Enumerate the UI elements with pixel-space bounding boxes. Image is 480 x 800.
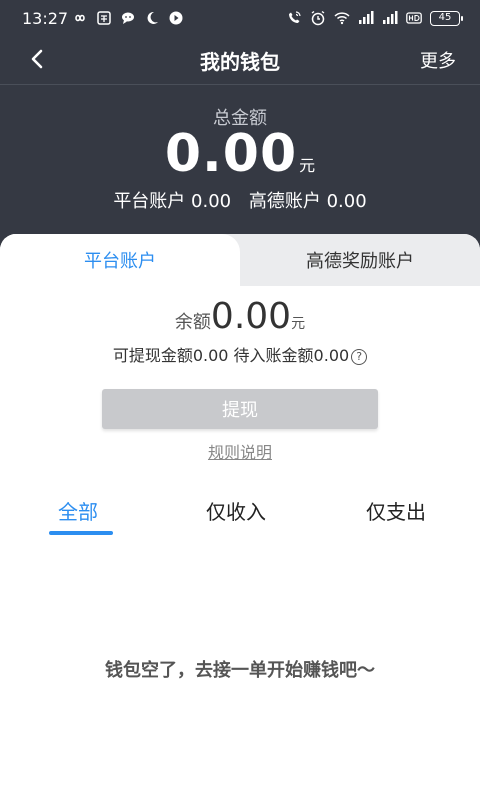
withdraw-button[interactable]: 提现	[102, 389, 378, 429]
balance-unit: 元	[291, 316, 306, 332]
filter-tabs: 全部 仅收入 仅支出	[0, 496, 480, 540]
infinity-icon	[72, 10, 88, 26]
filter-all[interactable]: 全部	[58, 496, 98, 525]
nav-divider	[0, 84, 480, 85]
status-left-icons	[72, 10, 184, 26]
account-card: 平台账户 高德奖励账户 余额0.00元 可提现金额0.00 待入账金额0.00?…	[0, 234, 480, 800]
signal-icon	[358, 10, 374, 26]
more-button[interactable]: 更多	[420, 47, 456, 73]
sub-accounts: 平台账户 0.00 高德账户 0.00	[0, 187, 480, 213]
signal-icon	[382, 10, 398, 26]
pending-amount: 待入账金额0.00	[233, 346, 350, 365]
platform-account-balance: 平台账户 0.00	[113, 191, 232, 212]
total-amount-row: 0.00 元	[0, 124, 480, 184]
status-bar: 13:27 45	[0, 0, 480, 36]
active-filter-indicator	[49, 531, 113, 535]
balance-label: 余额	[174, 312, 211, 333]
status-time: 13:27	[22, 9, 69, 28]
tab-gaode-reward-account[interactable]: 高德奖励账户	[240, 234, 480, 286]
page-title: 我的钱包	[200, 50, 280, 74]
balance-amount: 0.00	[210, 296, 292, 337]
chat-icon	[120, 10, 136, 26]
wifi-icon	[334, 10, 350, 26]
empty-state-message: 钱包空了，去接一单开始赚钱吧～	[105, 660, 375, 681]
battery-indicator: 45	[430, 10, 463, 26]
phone-wifi-icon	[286, 10, 302, 26]
withdraw-info: 可提现金额0.00 待入账金额0.00?	[0, 342, 480, 366]
moon-icon	[144, 10, 160, 26]
total-amount: 0.00	[164, 124, 298, 184]
play-icon	[168, 10, 184, 26]
rules-link-row: 规则说明	[0, 439, 480, 463]
help-icon[interactable]: ?	[351, 348, 368, 365]
rules-link[interactable]: 规则说明	[208, 443, 272, 462]
nav-bar: 我的钱包 更多	[0, 36, 480, 84]
account-tab-bar: 平台账户 高德奖励账户	[0, 234, 480, 286]
tab-platform-account[interactable]: 平台账户	[0, 234, 240, 286]
withdrawable-amount: 可提现金额0.00	[112, 346, 229, 365]
filter-expense-only[interactable]: 仅支出	[366, 496, 426, 525]
app-icon	[96, 10, 112, 26]
alarm-icon	[310, 10, 326, 26]
balance-row: 余额0.00元	[0, 296, 480, 337]
total-unit: 元	[299, 156, 316, 175]
status-right-icons: 45	[286, 10, 463, 26]
gaode-account-balance: 高德账户 0.00	[248, 191, 367, 212]
hd-icon	[406, 10, 422, 26]
filter-income-only[interactable]: 仅收入	[206, 496, 266, 525]
